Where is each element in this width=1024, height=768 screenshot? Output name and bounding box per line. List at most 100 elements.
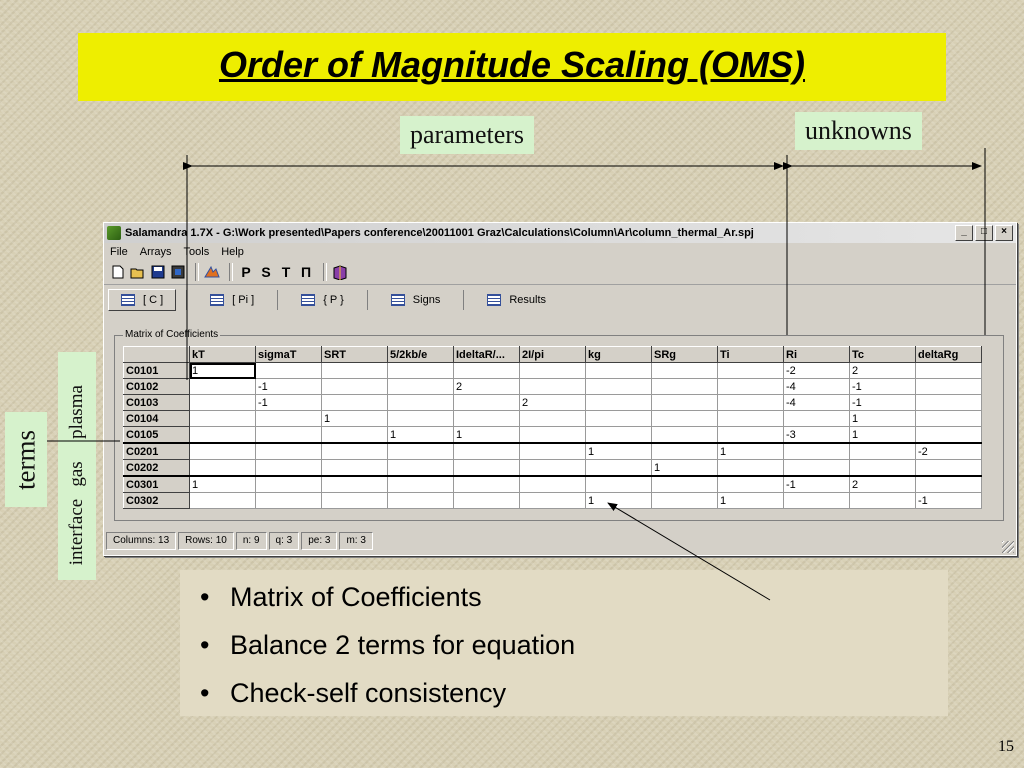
grid-cell[interactable] — [849, 459, 916, 477]
grid-cell[interactable] — [453, 442, 520, 460]
tab-c[interactable]: [ C ] — [108, 289, 177, 311]
column-header[interactable]: Ti — [717, 346, 784, 363]
grid-cell[interactable]: 1 — [321, 410, 388, 427]
grid-cell[interactable] — [519, 459, 586, 477]
grid-cell[interactable] — [717, 459, 784, 477]
grid-cell[interactable] — [255, 442, 322, 460]
grid-cell[interactable]: 1 — [387, 426, 454, 444]
save-all-icon[interactable] — [170, 263, 186, 281]
grid-cell[interactable] — [651, 426, 718, 444]
row-header[interactable]: C0105 — [123, 426, 190, 444]
grid-cell[interactable] — [387, 475, 454, 493]
grid-cell[interactable]: -3 — [783, 426, 850, 444]
grid-cell[interactable] — [915, 459, 982, 477]
grid-cell[interactable] — [321, 394, 388, 411]
grid-cell[interactable] — [453, 475, 520, 493]
row-header[interactable]: C0104 — [123, 410, 190, 427]
grid-cell[interactable] — [387, 410, 454, 427]
grid-cell[interactable] — [321, 442, 388, 460]
grid-cell[interactable] — [585, 378, 652, 395]
grid-cell[interactable] — [519, 378, 586, 395]
grid-cell[interactable]: 2 — [519, 394, 586, 411]
grid-cell[interactable] — [321, 492, 388, 509]
grid-cell[interactable] — [783, 442, 850, 460]
grid-cell[interactable] — [915, 475, 982, 493]
grid-cell[interactable] — [321, 475, 388, 493]
grid-cell[interactable] — [783, 410, 850, 427]
grid-cell[interactable] — [849, 492, 916, 509]
grid-cell[interactable] — [519, 475, 586, 493]
grid-cell[interactable] — [519, 410, 586, 427]
grid-cell[interactable] — [651, 492, 718, 509]
grid-cell[interactable] — [717, 362, 784, 379]
grid-cell[interactable] — [453, 362, 520, 379]
grid-cell[interactable] — [717, 378, 784, 395]
grid-cell[interactable] — [387, 492, 454, 509]
grid-cell[interactable] — [255, 492, 322, 509]
new-file-icon[interactable] — [110, 263, 126, 281]
grid-cell[interactable] — [585, 362, 652, 379]
grid-cell[interactable]: 2 — [849, 475, 916, 493]
grid-cell[interactable] — [915, 426, 982, 444]
grid-cell[interactable]: -1 — [255, 378, 322, 395]
column-header[interactable]: sigmaT — [255, 346, 322, 363]
grid-cell[interactable]: 1 — [717, 492, 784, 509]
tab-signs[interactable]: Signs — [378, 289, 454, 311]
grid-cell[interactable] — [387, 459, 454, 477]
tab-pi[interactable]: [ Pi ] — [197, 289, 267, 311]
tab-p[interactable]: { P } — [288, 289, 357, 311]
grid-cell[interactable] — [783, 459, 850, 477]
row-header[interactable]: C0202 — [123, 459, 190, 477]
menu-tools[interactable]: Tools — [184, 246, 210, 258]
toolbar-s-button[interactable]: S — [258, 263, 274, 281]
grid-cell[interactable]: 1 — [849, 410, 916, 427]
grid-cell[interactable]: -2 — [783, 362, 850, 379]
grid-cell[interactable] — [651, 362, 718, 379]
row-header[interactable]: C0101 — [123, 362, 190, 379]
column-header[interactable]: SRg — [651, 346, 718, 363]
grid-cell[interactable] — [321, 459, 388, 477]
grid-cell[interactable] — [255, 475, 322, 493]
grid-cell[interactable] — [651, 410, 718, 427]
column-header[interactable]: 5/2kb/e — [387, 346, 454, 363]
grid-cell[interactable] — [255, 459, 322, 477]
grid-cell[interactable] — [651, 475, 718, 493]
grid-cell[interactable]: 1 — [189, 362, 256, 379]
grid-cell[interactable]: 1 — [717, 442, 784, 460]
grid-cell[interactable] — [189, 410, 256, 427]
grid-cell[interactable] — [585, 426, 652, 444]
column-header[interactable]: Ri — [783, 346, 850, 363]
grid-cell[interactable] — [387, 442, 454, 460]
row-header[interactable]: C0302 — [123, 492, 190, 509]
column-header[interactable]: IdeltaR/... — [453, 346, 520, 363]
grid-cell[interactable]: -1 — [849, 378, 916, 395]
grid-cell[interactable] — [321, 362, 388, 379]
column-header[interactable]: kg — [585, 346, 652, 363]
grid-cell[interactable] — [585, 410, 652, 427]
grid-cell[interactable]: 1 — [651, 459, 718, 477]
grid-cell[interactable]: -4 — [783, 394, 850, 411]
grid-cell[interactable]: -4 — [783, 378, 850, 395]
grid-cell[interactable] — [915, 410, 982, 427]
row-header[interactable]: C0102 — [123, 378, 190, 395]
grid-cell[interactable] — [849, 442, 916, 460]
grid-cell[interactable] — [915, 378, 982, 395]
grid-cell[interactable] — [453, 410, 520, 427]
grid-cell[interactable]: 1 — [585, 492, 652, 509]
grid-cell[interactable]: 2 — [849, 362, 916, 379]
grid-cell[interactable] — [255, 426, 322, 444]
column-header[interactable]: kT — [189, 346, 256, 363]
grid-cell[interactable]: -1 — [849, 394, 916, 411]
grid-cell[interactable]: 1 — [189, 475, 256, 493]
grid-cell[interactable] — [255, 410, 322, 427]
grid-cell[interactable] — [651, 442, 718, 460]
grid-cell[interactable] — [519, 362, 586, 379]
row-header[interactable]: C0103 — [123, 394, 190, 411]
toolbar-p-button[interactable]: P — [238, 263, 254, 281]
grid-cell[interactable] — [717, 426, 784, 444]
menu-arrays[interactable]: Arrays — [140, 246, 172, 258]
open-folder-icon[interactable] — [130, 263, 146, 281]
grid-cell[interactable] — [189, 492, 256, 509]
grid-cell[interactable] — [189, 394, 256, 411]
grid-cell[interactable] — [453, 492, 520, 509]
